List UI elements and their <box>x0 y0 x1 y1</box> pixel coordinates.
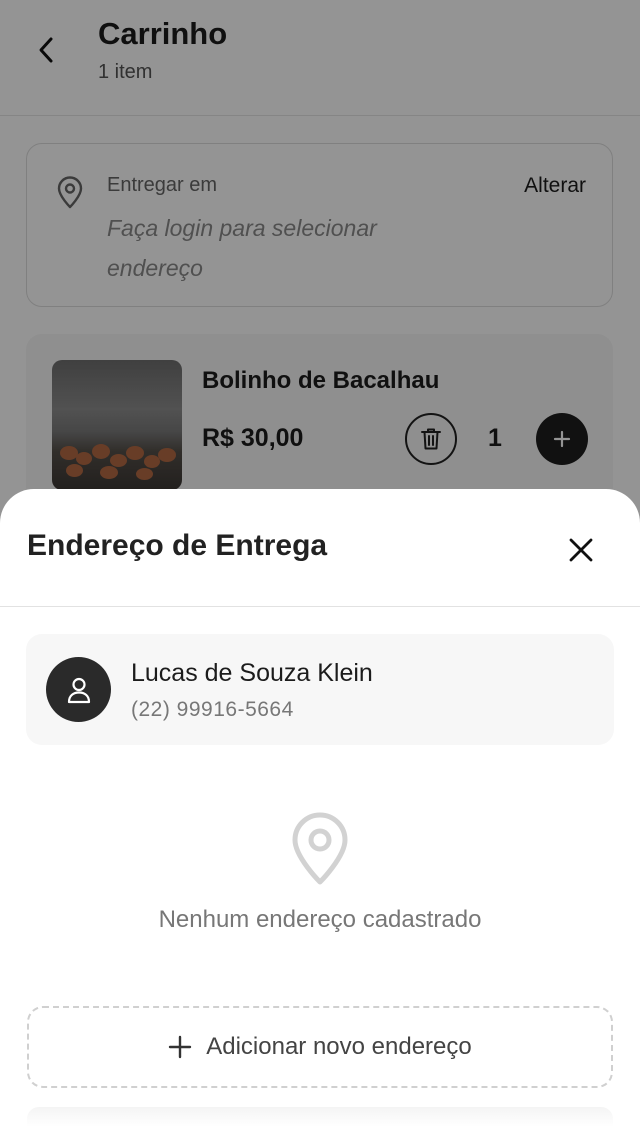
user-name: Lucas de Souza Klein <box>131 659 373 687</box>
sheet-footer-fade <box>27 1107 613 1127</box>
delivery-address-sheet: Endereço de Entrega Lucas de Souza Klein… <box>0 489 640 1127</box>
add-address-button[interactable]: Adicionar novo endereço <box>27 1006 613 1088</box>
user-icon <box>67 677 90 703</box>
sheet-divider <box>0 606 640 607</box>
close-icon <box>569 538 593 562</box>
sheet-title: Endereço de Entrega <box>27 529 328 562</box>
empty-state-text: Nenhum endereço cadastrado <box>158 906 482 933</box>
location-pin-icon <box>290 812 350 891</box>
plus-icon <box>168 1035 192 1059</box>
close-sheet-button[interactable] <box>560 529 602 571</box>
user-card: Lucas de Souza Klein (22) 99916-5664 <box>26 634 614 745</box>
user-phone: (22) 99916-5664 <box>131 698 294 721</box>
avatar <box>46 657 111 722</box>
add-address-label: Adicionar novo endereço <box>206 1033 472 1060</box>
